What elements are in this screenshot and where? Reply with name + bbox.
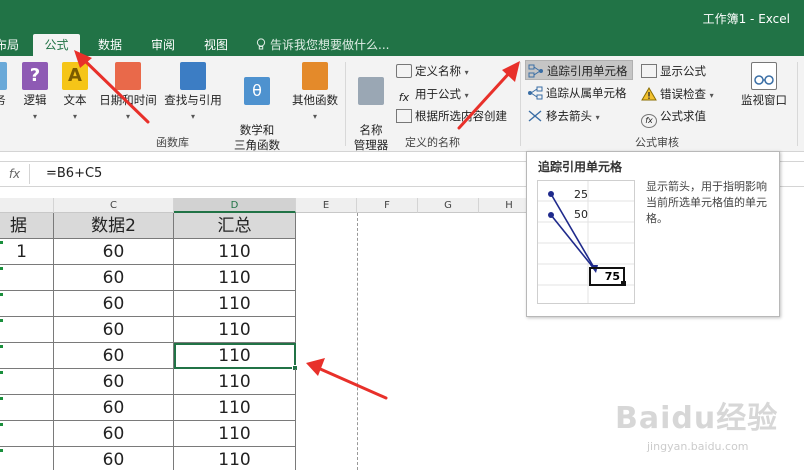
table-cell-total[interactable]: 110 [174,291,296,317]
search-book-icon [180,62,206,90]
table-cell-data1[interactable] [0,421,54,447]
show-formulas-icon [641,64,657,78]
create-from-selection-button[interactable]: 根据所选内容创建 [396,106,507,126]
more-functions-button[interactable]: 其他函数 ▾ [289,62,341,124]
more-functions-icon [302,62,328,90]
table-cell-data2[interactable]: 60 [54,421,174,447]
group-separator [797,62,798,146]
table-cell-total[interactable]: 110 [174,447,296,470]
evaluate-icon: fx [641,114,657,128]
lookup-reference-button[interactable]: 查找与引用 ▾ [163,62,223,124]
calendar-icon [115,62,141,90]
trace-dependents-button[interactable]: 追踪从属单元格 [527,83,627,103]
app-title: 工作簿1 - Excel [702,12,790,26]
table-cell-data1[interactable] [0,369,54,395]
excel-window: 工作簿1 - Excel 布局 公式 数据 审阅 视图 告诉我您想要做什么...… [0,0,804,470]
table-cell-data1[interactable] [0,343,54,369]
trace-dependents-icon [527,86,543,100]
fx-icon: fx [398,91,410,104]
header-cell-data2[interactable]: 数据2 [54,213,174,239]
function-icon [0,62,7,90]
group-label-formula-auditing: 公式审核 [635,136,679,149]
table-cell-total[interactable]: 110 [174,369,296,395]
text-button[interactable]: A 文本 ▾ [58,62,92,124]
text-a-icon: A [62,62,88,90]
example-value-25: 25 [574,188,588,201]
table-cell-total[interactable]: 110 [174,239,296,265]
tab-page-layout[interactable]: 布局 [0,34,20,56]
column-header-d[interactable]: D [174,198,296,213]
use-in-formula-button[interactable]: fx 用于公式 ▾ [396,84,469,104]
table-cell-data2[interactable]: 60 [54,317,174,343]
baidu-watermark-logo: Baidu经验 [615,401,779,436]
date-time-button[interactable]: 日期和时间 ▾ [96,62,160,124]
tag-icon [396,64,412,78]
column-header-b[interactable] [0,198,54,213]
column-header-e[interactable]: E [296,198,357,213]
trace-precedents-tooltip: 追踪引用单元格 25 50 75 显示箭头，用于指明影响当前所选单元格值的单元格… [526,151,780,317]
logical-button[interactable]: ? 逻辑 ▾ [18,62,52,124]
page-break-line [357,213,358,470]
example-value-50: 50 [574,208,588,221]
partial-function-button[interactable]: 务 [0,62,8,108]
remove-arrows-button[interactable]: 移去箭头 ▾ [527,106,600,126]
show-formulas-button[interactable]: 显示公式 [641,61,706,81]
active-cell[interactable]: 110 [174,343,296,369]
group-label-defined-names: 定义的名称 [405,136,460,149]
column-header-c[interactable]: C [54,198,174,213]
watch-window-icon [751,62,777,90]
tell-me-text: 告诉我您想要做什么... [270,38,390,52]
header-cell-total[interactable]: 汇总 [174,213,296,239]
trace-precedents-button[interactable]: 追踪引用单元格 [525,60,633,80]
watch-window-button[interactable]: 监视窗口 [737,62,791,108]
table-cell-data1[interactable] [0,239,54,265]
table-cell-data2[interactable]: 60 [54,369,174,395]
table-cell-data2[interactable]: 60 [54,265,174,291]
tab-formulas[interactable]: 公式 [33,34,80,56]
header-cell-data1[interactable]: 据1 [0,213,54,262]
error-checking-button[interactable]: 错误检查 ▾ [641,84,714,104]
tooltip-description: 显示箭头，用于指明影响当前所选单元格值的单元格。 [646,180,767,225]
tab-review[interactable]: 审阅 [141,34,185,56]
theta-icon: θ [244,77,270,105]
table-cell-total[interactable]: 110 [174,317,296,343]
tooltip-illustration: 25 50 75 [537,180,635,304]
insert-function-button[interactable]: fx [0,164,30,184]
evaluate-formula-button[interactable]: fx 公式求值 [641,106,706,128]
table-cell-data2[interactable]: 60 [54,395,174,421]
baidu-watermark-url: jingyan.baidu.com [647,440,749,453]
tell-me-box[interactable]: 告诉我您想要做什么... [256,34,389,56]
define-name-button[interactable]: 定义名称 ▾ [396,61,469,81]
table-cell-total[interactable]: 110 [174,395,296,421]
example-result-cell: 75 [589,267,625,286]
formula-input[interactable]: =B6+C5 [34,162,102,186]
column-header-f[interactable]: F [357,198,418,213]
table-cell-total[interactable]: 110 [174,421,296,447]
tab-data[interactable]: 数据 [88,34,132,56]
column-header-g[interactable]: G [418,198,479,213]
table-cell-total[interactable]: 110 [174,265,296,291]
question-mark-icon: ? [22,62,48,90]
table-cell-data2[interactable]: 60 [54,447,174,470]
grid-icon [396,109,412,123]
title-bar: 工作簿1 - Excel 布局 公式 数据 审阅 视图 告诉我您想要做什么... [0,0,804,56]
trace-precedents-icon [528,64,544,78]
ribbon: 务 ? 逻辑▾ A 文本▾ 日期和时间▾ 查找与引用▾ θ 数学和 三角函数 其… [0,56,804,152]
table-cell-data1[interactable] [0,317,54,343]
table-cell-data1[interactable] [0,395,54,421]
tab-view[interactable]: 视图 [194,34,238,56]
table-cell-data2[interactable]: 60 [54,343,174,369]
table-cell-data1[interactable] [0,447,54,470]
table-cell-data1[interactable] [0,291,54,317]
warning-icon [641,87,657,101]
tooltip-title: 追踪引用单元格 [538,160,623,174]
table-cell-data1[interactable] [0,265,54,291]
lightbulb-icon [256,38,266,50]
table-cell-data2[interactable]: 60 [54,291,174,317]
remove-arrows-icon [527,109,543,123]
name-manager-icon [358,77,384,105]
table-cell-data2[interactable]: 60 [54,239,174,265]
group-label-function-library: 函数库 [156,136,189,149]
